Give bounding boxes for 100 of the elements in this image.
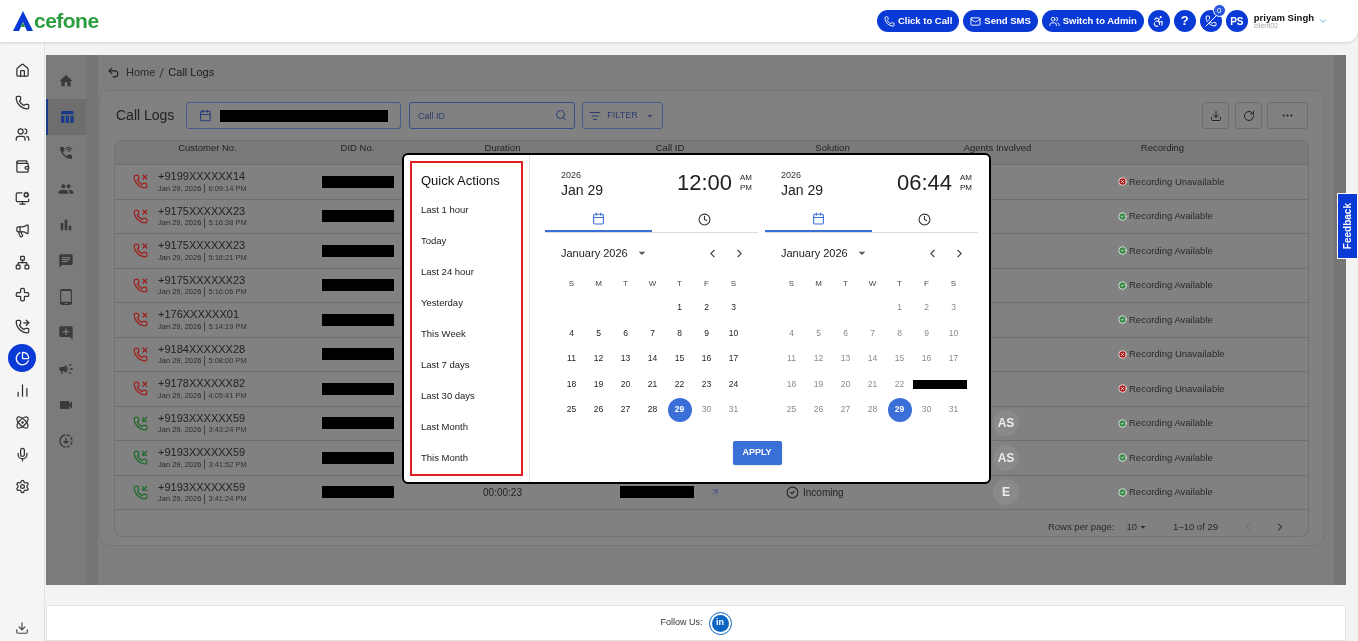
megaphone-icon xyxy=(58,361,74,377)
customer-number: +176XXXXXX01 xyxy=(158,308,241,322)
quick-action-item[interactable]: Last 7 days xyxy=(421,350,521,381)
time-label: 12:00 xyxy=(676,169,732,197)
calendar-day[interactable]: 7 xyxy=(640,321,665,346)
atom-icon xyxy=(14,414,30,430)
download-icon[interactable] xyxy=(15,621,29,635)
comment-icon xyxy=(58,325,74,341)
quick-action-item[interactable]: Last 1 hour xyxy=(421,195,521,226)
calendar-day[interactable]: 29 xyxy=(887,397,912,422)
header-action-button[interactable]: Send SMS xyxy=(963,10,1038,32)
column-header: Duration xyxy=(484,141,521,156)
redaction-bar xyxy=(913,379,940,389)
calendar-day[interactable]: 25 xyxy=(559,397,584,422)
breadcrumb-link[interactable]: Home xyxy=(126,64,156,81)
missed-call-icon xyxy=(133,208,148,224)
calendar-day[interactable]: 8 xyxy=(667,321,692,346)
quick-action-item[interactable]: This Month xyxy=(421,443,521,474)
users-icon xyxy=(1048,15,1060,27)
rows-per-page-select[interactable]: 10 xyxy=(1126,519,1150,535)
mail-icon xyxy=(970,15,982,27)
calendar-day[interactable]: 4 xyxy=(559,321,584,346)
recording-status: Recording Unavailable xyxy=(1129,381,1225,396)
recording-status: Recording Available xyxy=(1129,450,1213,465)
solution-cell-text: Incoming xyxy=(803,485,844,500)
calendar-day[interactable]: 29 xyxy=(667,397,692,422)
call-status-button[interactable] xyxy=(1199,10,1222,32)
am-toggle[interactable]: AM xyxy=(740,172,752,183)
customer-number: +9184XXXXXX28 xyxy=(158,342,247,357)
phone-forward-icon xyxy=(14,318,30,334)
calendar-day[interactable]: 13 xyxy=(613,346,638,371)
quick-action-item[interactable]: Yesterday xyxy=(421,288,521,319)
header-action-button[interactable]: Click to Call xyxy=(876,10,960,32)
pm-toggle[interactable]: PM xyxy=(740,182,752,193)
missed-call-icon xyxy=(133,277,148,293)
calendar-day[interactable]: 18 xyxy=(559,372,584,397)
chat-icon xyxy=(58,253,74,269)
calendar-day[interactable]: 23 xyxy=(694,372,719,397)
quick-action-item[interactable]: Last Month xyxy=(421,412,521,443)
calendar-day[interactable]: 21 xyxy=(640,372,665,397)
refresh-button[interactable] xyxy=(1235,102,1262,129)
calendar-day[interactable]: 19 xyxy=(586,372,611,397)
home-icon xyxy=(14,62,30,78)
incoming-call-icon xyxy=(133,415,148,431)
download-button[interactable] xyxy=(1202,102,1229,129)
calendar-day[interactable]: 6 xyxy=(613,321,638,346)
weekday-label: W xyxy=(647,278,658,290)
quick-action-item[interactable]: This Week xyxy=(421,319,521,350)
date-label: Jan 29 xyxy=(781,181,824,199)
incoming-call-icon xyxy=(133,484,148,500)
calendar-day[interactable]: 15 xyxy=(667,346,692,371)
sidebar-item[interactable] xyxy=(8,344,36,372)
back-icon[interactable] xyxy=(107,66,120,79)
settings-icon xyxy=(14,478,30,494)
pagination-range: 1–10 of 29 xyxy=(1173,519,1218,534)
microphone-icon xyxy=(14,446,30,462)
calendar-day[interactable]: 9 xyxy=(694,321,719,346)
user-avatar[interactable]: PS xyxy=(1225,10,1248,32)
call-id-search-field[interactable]: Call ID xyxy=(409,102,575,130)
customer-number: +9175XXXXXX23 xyxy=(158,273,247,288)
bar-chart-icon xyxy=(14,382,30,398)
quick-action-item[interactable]: Last 30 days xyxy=(421,381,521,412)
calendar-day[interactable]: 24 xyxy=(721,372,746,397)
calendar-day[interactable]: 3 xyxy=(721,295,746,320)
calendar-day[interactable]: 27 xyxy=(613,397,638,422)
pm-toggle[interactable]: PM xyxy=(960,182,972,193)
weekday-label: T xyxy=(896,278,903,290)
time-label: 06:44 xyxy=(896,169,952,197)
calendar-day[interactable]: 2 xyxy=(694,295,719,320)
page-title: Call Logs xyxy=(116,106,176,125)
calendar-day[interactable]: 11 xyxy=(559,346,584,371)
calendar-day[interactable]: 17 xyxy=(721,346,746,371)
calendar-day[interactable]: 26 xyxy=(586,397,611,422)
accessibility-icon xyxy=(1152,14,1166,28)
am-toggle[interactable]: AM xyxy=(960,172,972,183)
month-label: January 2026 xyxy=(561,245,628,261)
weekday-label: T xyxy=(622,278,629,290)
feedback-tab[interactable]: Feedback xyxy=(1337,193,1358,259)
customer-number: +9193XXXXXX59 xyxy=(158,446,247,460)
quick-action-item[interactable]: Last 24 hour xyxy=(421,257,521,288)
calendar-day[interactable]: 28 xyxy=(640,397,665,422)
accessibility-button[interactable] xyxy=(1147,10,1170,32)
recording-status: Recording Available xyxy=(1129,209,1213,224)
help-button[interactable]: ? xyxy=(1173,10,1196,32)
logo-icon xyxy=(12,10,34,32)
calendar-day[interactable]: 5 xyxy=(586,321,611,346)
calendar-day[interactable]: 20 xyxy=(613,372,638,397)
calendar-day[interactable]: 16 xyxy=(694,346,719,371)
calendar-day[interactable]: 12 xyxy=(586,346,611,371)
apply-button[interactable]: APPLY xyxy=(732,440,782,465)
weekday-label: F xyxy=(923,278,930,290)
customer-number: +9178XXXXXX82 xyxy=(158,377,247,391)
quick-action-item[interactable]: Today xyxy=(421,226,521,257)
missed-call-icon xyxy=(133,174,148,190)
calendar-day[interactable]: 10 xyxy=(721,321,746,346)
header-action-button[interactable]: Switch to Admin xyxy=(1041,10,1144,32)
calendar-day[interactable]: 14 xyxy=(640,346,665,371)
calendar-day[interactable]: 1 xyxy=(667,295,692,320)
calendar-day[interactable]: 22 xyxy=(667,372,692,397)
date-range-field[interactable] xyxy=(186,102,401,129)
